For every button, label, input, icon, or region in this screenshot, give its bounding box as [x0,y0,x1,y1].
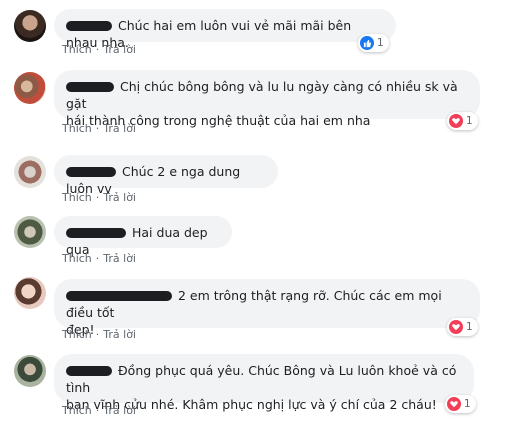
reply-button[interactable]: Trả lời [103,43,136,56]
author-name-redacted[interactable] [66,20,112,31]
like-button[interactable]: Thích [62,43,92,56]
comment-bubble: Hai dua dep qua [54,216,232,257]
reply-button[interactable]: Trả lời [103,328,136,341]
avatar[interactable] [14,72,46,104]
author-name-redacted[interactable] [66,227,126,238]
reaction-count[interactable]: 1 [358,34,389,52]
author-name-redacted[interactable] [66,166,116,177]
reaction-count[interactable]: 1 [447,318,478,336]
comment-text: Chị chúc bông bông và lu lu ngày càng có… [66,79,458,111]
comment-actions: Thích · Trả lời [62,328,136,341]
separator: · [95,404,100,417]
separator: · [95,191,100,204]
comment-actions: Thích · Trả lời [62,191,136,204]
author-name-redacted[interactable] [66,365,112,376]
reply-button[interactable]: Trả lời [103,122,136,135]
separator: · [95,43,100,56]
reply-button[interactable]: Trả lời [103,404,136,417]
reply-button[interactable]: Trả lời [103,252,136,265]
author-name-redacted[interactable] [66,81,114,92]
separator: · [95,252,100,265]
avatar[interactable] [14,156,46,188]
comment-text: Đồng phục quá yêu. Chúc Bông và Lu luôn … [66,363,457,395]
comment-bubble: Đồng phục quá yêu. Chúc Bông và Lu luôn … [54,354,474,412]
like-icon [360,36,374,50]
author-name-redacted[interactable] [66,290,172,301]
separator: · [95,328,100,341]
heart-icon [449,320,463,334]
comment-actions: Thích · Trả lời [62,252,136,265]
reply-button[interactable]: Trả lời [103,191,136,204]
avatar[interactable] [14,10,46,42]
comment-bubble: Chị chúc bông bông và lu lu ngày càng có… [54,70,480,128]
like-button[interactable]: Thích [62,122,92,135]
comment-actions: Thích · Trả lời [62,43,136,56]
comment-bubble: 2 em trông thật rạng rỡ. Chúc các em mọi… [54,279,480,337]
like-button[interactable]: Thích [62,252,92,265]
comment-actions: Thích · Trả lời [62,122,136,135]
avatar[interactable] [14,277,46,309]
reaction-count[interactable]: 1 [447,112,478,130]
separator: · [95,122,100,135]
avatar[interactable] [14,216,46,248]
heart-icon [447,397,461,411]
like-button[interactable]: Thích [62,191,92,204]
heart-icon [449,114,463,128]
comment-bubble: Chúc hai em luôn vui vẻ mãi mãi bên nhau… [54,9,396,50]
avatar[interactable] [14,355,46,387]
comment-bubble: Chúc 2 e nga dung luôn vv [54,155,278,196]
comment-actions: Thích · Trả lời [62,404,136,417]
like-button[interactable]: Thích [62,328,92,341]
reaction-count[interactable]: 1 [445,395,476,413]
like-button[interactable]: Thích [62,404,92,417]
